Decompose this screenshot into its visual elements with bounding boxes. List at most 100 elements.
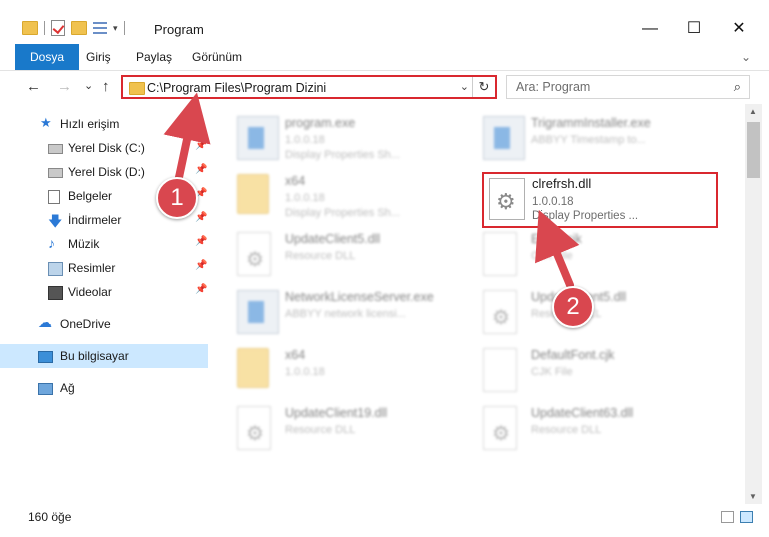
sidebar-item-label: OneDrive [60, 317, 111, 331]
file-name: Ecom.cjk [531, 232, 582, 246]
tab-home[interactable]: Giriş [74, 44, 123, 70]
sidebar-item-label: Videolar [68, 285, 112, 299]
pin-icon[interactable]: 📌 [195, 284, 207, 295]
pin-icon[interactable]: 📌 [195, 212, 207, 223]
title-bar: ▾ Program — ☐ ✕ [0, 0, 769, 44]
network-icon [38, 383, 53, 395]
sidebar-item-label: Yerel Disk (D:) [68, 165, 145, 179]
sidebar-item-pictures[interactable]: Resimler 📌 [0, 256, 208, 280]
file-version: 1.0.0.18 [285, 134, 325, 146]
address-dropdown-icon[interactable]: ⌄ [460, 80, 469, 93]
window-title: Program [154, 22, 204, 37]
address-bar[interactable]: C:\Program Files\Program Dizini ⌄ ↻ [121, 75, 497, 99]
file-tile[interactable]: x64 1.0.0.18 Display Properties Sh... [237, 170, 482, 222]
file-description: Resource DLL [531, 424, 602, 436]
tab-view[interactable]: Görünüm [180, 44, 254, 70]
up-button[interactable]: ↑ [102, 78, 110, 95]
file-tile[interactable]: UpdateClient5.dll Resource DLL [483, 286, 728, 338]
file-tile[interactable]: program.exe 1.0.0.18 Display Properties … [237, 112, 482, 164]
sidebar-item-label: Yerel Disk (C:) [68, 141, 145, 155]
recent-locations-button[interactable]: ⌄ [84, 79, 93, 92]
new-folder-icon[interactable] [71, 21, 87, 35]
sidebar-item-network[interactable]: Ağ [0, 376, 208, 400]
file-name: UpdateClient19.dll [285, 406, 388, 420]
file-description: CJK File [531, 250, 573, 262]
sidebar-item-label: Resimler [68, 261, 116, 275]
view-switcher [721, 511, 753, 523]
computer-icon [38, 351, 53, 363]
dll-file-icon [483, 290, 517, 334]
file-tile[interactable]: UpdateClient5.dll Resource DLL [237, 228, 482, 280]
sidebar-item-music[interactable]: ♪ Müzik 📌 [0, 232, 208, 256]
file-description: Display Properties Sh... [285, 207, 400, 219]
file-icon [483, 348, 517, 392]
search-icon[interactable]: ⌕ [734, 79, 741, 95]
exe-file-icon [237, 116, 279, 160]
pin-icon[interactable]: 📌 [195, 260, 207, 271]
sidebar-item-videos[interactable]: Videolar 📌 [0, 280, 208, 304]
file-tile[interactable]: DefaultFont.cjk CJK File [483, 344, 728, 396]
pin-icon[interactable]: 📌 [195, 164, 207, 175]
step-marker-1: 1 [156, 177, 198, 219]
scroll-down-icon[interactable]: ▼ [749, 492, 757, 501]
sidebar-item-quick-access[interactable]: ★ Hızlı erişim [0, 112, 208, 136]
customize-toolbar-icon[interactable] [93, 22, 107, 34]
address-path[interactable]: C:\Program Files\Program Dizini [147, 81, 326, 95]
back-button[interactable]: ← [26, 78, 41, 95]
tiles-view-icon[interactable] [740, 511, 753, 523]
separator [44, 21, 45, 35]
minimize-button[interactable]: — [627, 14, 673, 44]
quick-access-toolbar: ▾ [22, 20, 125, 36]
file-description: ABBYY Timestamp to... [531, 134, 646, 146]
maximize-button[interactable]: ☐ [671, 14, 717, 44]
folder-icon [237, 174, 269, 214]
item-count: 160 öğe [28, 510, 72, 524]
folder-icon [129, 82, 145, 95]
pin-icon[interactable]: 📌 [195, 140, 207, 151]
sidebar-item-label: Bu bilgisayar [60, 349, 129, 363]
search-input[interactable]: Ara: Program ⌕ [506, 75, 750, 99]
tab-file[interactable]: Dosya [15, 44, 80, 70]
sidebar-item-local-disk-c[interactable]: Yerel Disk (C:) 📌 [0, 136, 208, 160]
details-view-icon[interactable] [721, 511, 734, 523]
search-placeholder: Ara: Program [516, 80, 591, 94]
drive-icon [48, 168, 63, 178]
ribbon: Dosya Giriş Paylaş Görünüm ⌄ [0, 44, 769, 71]
file-tile[interactable]: Ecom.cjk CJK File [483, 228, 728, 280]
close-button[interactable]: ✕ [716, 14, 762, 44]
file-name: x64 [285, 348, 306, 362]
file-version: 1.0.0.18 [285, 192, 325, 204]
file-name: program.exe [285, 116, 356, 130]
pictures-icon [48, 262, 63, 276]
file-tile[interactable]: UpdateClient19.dll Resource DLL [237, 402, 482, 454]
file-description: ABBYY network licensi... [285, 308, 406, 320]
separator [123, 21, 125, 35]
ribbon-expand-icon[interactable]: ⌄ [741, 50, 751, 64]
properties-check-icon[interactable] [51, 20, 65, 36]
vertical-scrollbar[interactable]: ▲ ▼ [745, 104, 762, 504]
scroll-up-icon[interactable]: ▲ [749, 107, 757, 116]
sidebar-item-onedrive[interactable]: ☁ OneDrive [0, 312, 208, 336]
tab-share[interactable]: Paylaş [124, 44, 184, 70]
dll-file-icon [237, 406, 271, 450]
music-icon: ♪ [48, 235, 55, 251]
file-tile[interactable]: UpdateClient63.dll Resource DLL [483, 402, 728, 454]
file-tile[interactable]: x64 1.0.0.18 [237, 344, 482, 396]
star-icon: ★ [40, 115, 52, 130]
toolbar-dropdown-icon[interactable]: ▾ [113, 23, 118, 34]
file-description: Resource DLL [285, 424, 356, 436]
refresh-icon[interactable]: ↻ [472, 77, 495, 97]
sidebar-item-this-pc[interactable]: Bu bilgisayar [0, 344, 208, 368]
forward-button[interactable]: → [57, 78, 72, 95]
scroll-thumb[interactable] [747, 122, 760, 178]
file-description: CJK File [531, 366, 573, 378]
videos-icon [48, 286, 63, 300]
file-tile[interactable]: NetworkLicenseServer.exe ABBYY network l… [237, 286, 482, 338]
file-tile[interactable]: TrigrammInstaller.exe ABBYY Timestamp to… [483, 112, 728, 164]
pin-icon[interactable]: 📌 [195, 236, 207, 247]
sidebar-item-label: Müzik [68, 237, 100, 251]
highlighted-file-tile[interactable]: clrefrsh.dll 1.0.0.18 Display Properties… [482, 172, 718, 228]
exe-file-icon [237, 290, 279, 334]
file-name: x64 [285, 174, 306, 188]
file-name: DefaultFont.cjk [531, 348, 615, 362]
